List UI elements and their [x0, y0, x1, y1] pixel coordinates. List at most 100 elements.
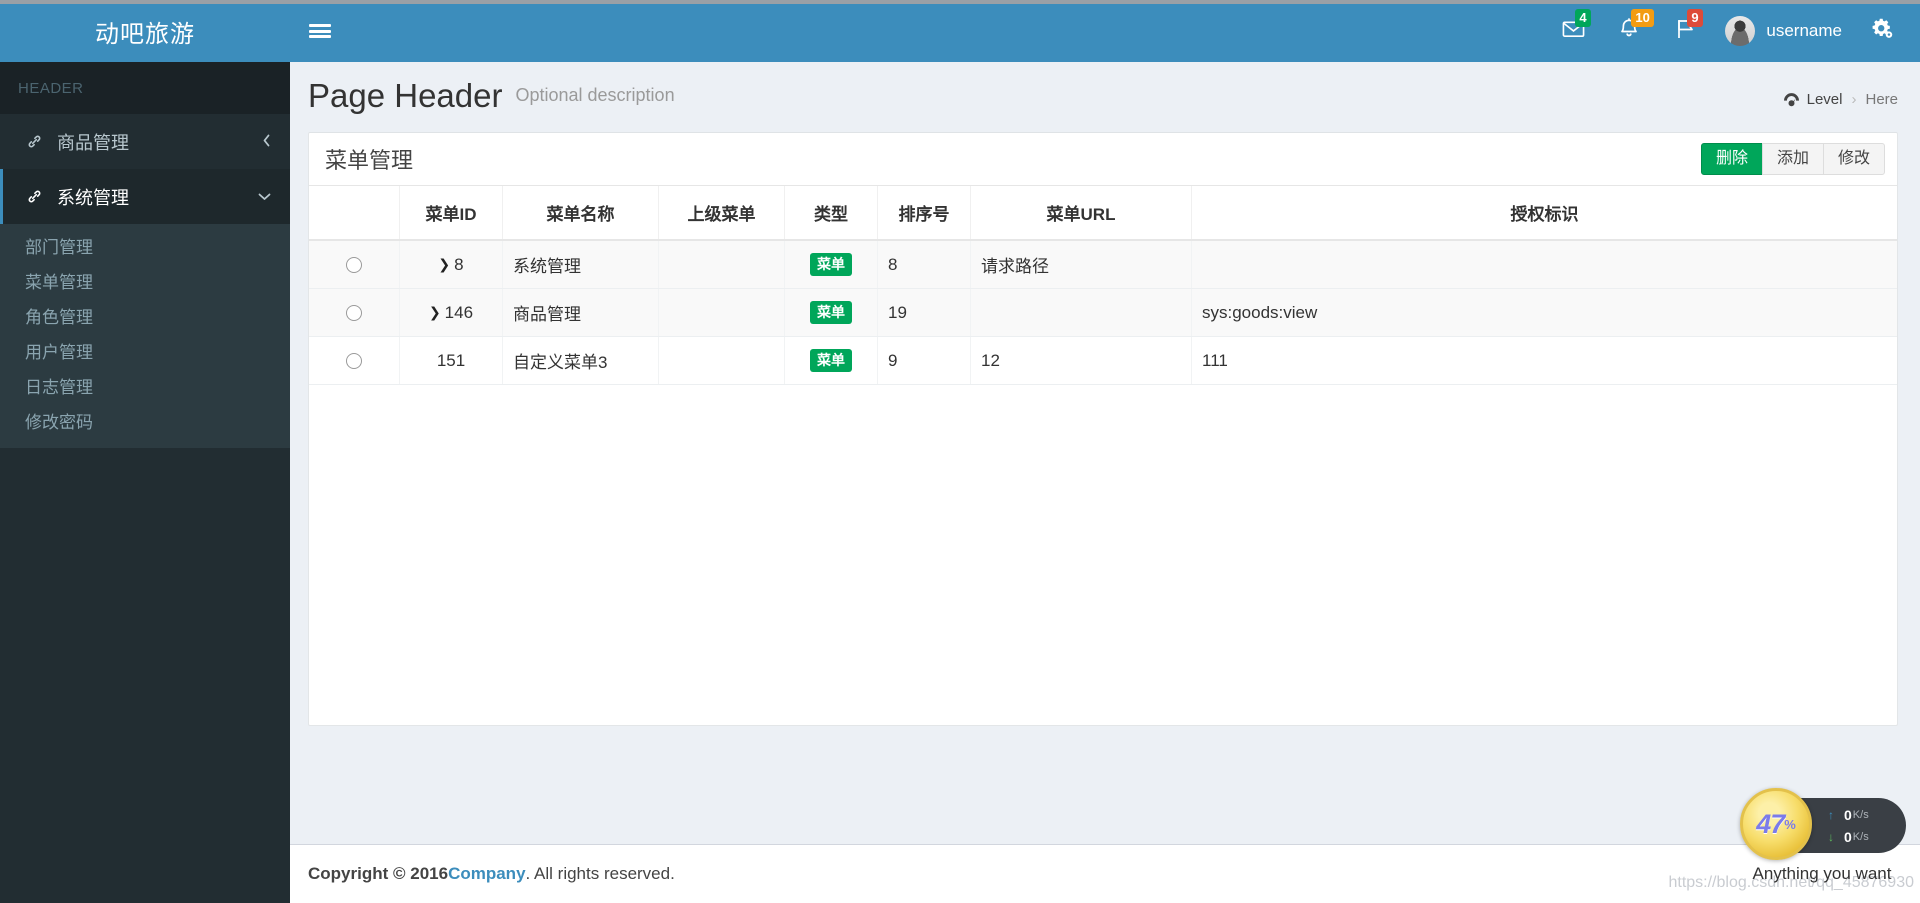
table-row[interactable]: ❯ 146 商品管理 菜单 19 sys:goods:view: [309, 288, 1897, 337]
row-id-cell: ❯ 8: [399, 240, 503, 289]
percent-coin-icon[interactable]: 47%: [1740, 788, 1812, 860]
download-speed-row: ↓ 0 K/s: [1828, 826, 1906, 848]
edit-button[interactable]: 修改: [1822, 143, 1885, 175]
row-radio[interactable]: [346, 353, 362, 370]
row-select-cell: [309, 288, 400, 337]
chevron-left-icon: [261, 133, 272, 150]
sidebar-item-menu[interactable]: 菜单管理: [0, 265, 290, 300]
sidebar-header-label: HEADER: [18, 79, 84, 97]
page-description: Optional description: [515, 84, 675, 105]
sidebar-menu: 商品管理 系统管理 部门管理 菜单管理 角色管理 用户管理 日志管理 修改密码: [0, 114, 290, 448]
row-type-cell: 菜单: [784, 240, 878, 289]
table-row[interactable]: 151 自定义菜单3 菜单 9 12 111: [309, 336, 1897, 385]
row-sort-cell: 8: [877, 240, 971, 289]
delete-button[interactable]: 删除: [1700, 143, 1763, 175]
sidebar-item-log[interactable]: 日志管理: [0, 370, 290, 405]
breadcrumb-current: Here: [1865, 90, 1898, 108]
network-speed-widget[interactable]: ↑ 0 K/s ↓ 0 K/s 47% Anything you want: [1732, 788, 1912, 898]
settings-button[interactable]: [1856, 0, 1906, 62]
row-sort-cell: 9: [877, 336, 971, 385]
hamburger-icon[interactable]: [290, 0, 350, 62]
row-parent-cell: [658, 336, 785, 385]
th-type: 类型: [784, 185, 878, 241]
row-id-cell: ❯ 146: [399, 288, 503, 337]
percent-value: 47: [1756, 808, 1785, 839]
arrow-down-icon: ↓: [1828, 829, 1834, 844]
upload-speed-value: 0: [1844, 806, 1852, 823]
table-head: 菜单ID 菜单名称 上级菜单 类型 排序号 菜单URL 授权标识: [309, 185, 1897, 241]
breadcrumb: Level › Here: [1783, 83, 1898, 108]
row-id-value: 8: [454, 254, 464, 274]
row-name-cell: 商品管理: [502, 288, 659, 337]
top-navbar: 4 10 9 username: [290, 0, 1920, 62]
brand-logo[interactable]: 动吧旅游: [0, 0, 290, 62]
sidebar-item-role[interactable]: 角色管理: [0, 300, 290, 335]
hamburger-bar: [309, 24, 331, 27]
chevron-down-icon: [257, 190, 272, 204]
link-icon: [21, 133, 47, 150]
panel-toolbar: 删除 添加 修改: [1700, 143, 1885, 175]
upload-speed-row: ↑ 0 K/s: [1828, 804, 1906, 826]
footer-copyright-suffix: . All rights reserved.: [525, 864, 675, 883]
chevron-right-icon[interactable]: ❯: [429, 304, 441, 321]
sidebar: 动吧旅游 HEADER 商品管理 系统管理 部门管理 菜单管理 角色管理 用户管…: [0, 0, 290, 903]
breadcrumb-level[interactable]: Level: [1807, 91, 1843, 108]
gears-icon: [1870, 17, 1893, 45]
notifications-badge: 10: [1631, 9, 1654, 27]
row-parent-cell: [658, 288, 785, 337]
table-row[interactable]: ❯ 8 系统管理 菜单 8 请求路径: [309, 240, 1897, 289]
row-type-cell: 菜单: [784, 336, 878, 385]
sidebar-submenu-system: 部门管理 菜单管理 角色管理 用户管理 日志管理 修改密码: [0, 224, 290, 448]
row-perm-cell: [1191, 240, 1897, 289]
row-name-cell: 自定义菜单3: [502, 336, 659, 385]
download-speed-unit: K/s: [1852, 830, 1869, 843]
username-label: username: [1766, 21, 1842, 40]
row-parent-cell: [658, 240, 785, 289]
sidebar-item-system[interactable]: 系统管理: [0, 169, 290, 224]
row-radio[interactable]: [346, 257, 362, 274]
download-speed-value: 0: [1844, 828, 1852, 845]
dashboard-icon: [1783, 92, 1800, 107]
menu-management-panel: 菜单管理 删除 添加 修改 菜单ID 菜单名称 上级菜单 类型 排序号 菜单UR…: [308, 132, 1898, 726]
row-id-value: 146: [444, 302, 474, 322]
sidebar-item-goods[interactable]: 商品管理: [0, 114, 290, 169]
top-scroll-strip: [0, 0, 1920, 4]
row-url-cell: [970, 288, 1192, 337]
row-name-cell: 系统管理: [502, 240, 659, 289]
panel-title: 菜单管理: [325, 148, 414, 173]
row-select-cell: [309, 240, 400, 289]
chevron-right-icon[interactable]: ❯: [438, 256, 450, 273]
row-id-cell: 151: [399, 336, 503, 385]
row-url-cell: 12: [970, 336, 1192, 385]
content-area: Page Header Optional description Level ›…: [290, 62, 1920, 844]
avatar: [1725, 16, 1756, 46]
type-badge: 菜单: [810, 253, 852, 276]
hamburger-bar: [309, 35, 331, 38]
th-permission: 授权标识: [1191, 185, 1897, 241]
sidebar-item-password[interactable]: 修改密码: [0, 405, 290, 440]
table-header-row: 菜单ID 菜单名称 上级菜单 类型 排序号 菜单URL 授权标识: [309, 185, 1897, 241]
breadcrumb-separator: ›: [1851, 90, 1857, 108]
th-menu-id: 菜单ID: [399, 185, 503, 241]
sidebar-item-dept[interactable]: 部门管理: [0, 230, 290, 265]
row-select-cell: [309, 336, 400, 385]
th-parent-menu: 上级菜单: [658, 185, 785, 241]
topbar-actions: 4 10 9 username: [1545, 0, 1920, 62]
messages-badge: 4: [1575, 9, 1591, 27]
add-button[interactable]: 添加: [1761, 143, 1824, 175]
footer-company-link[interactable]: Company: [448, 864, 525, 884]
user-menu[interactable]: username: [1713, 0, 1856, 62]
menu-table: 菜单ID 菜单名称 上级菜单 类型 排序号 菜单URL 授权标识 ❯ 8 系统管…: [309, 185, 1897, 385]
sidebar-item-user[interactable]: 用户管理: [0, 335, 290, 370]
messages-button[interactable]: 4: [1545, 0, 1601, 62]
row-url-cell: 请求路径: [970, 240, 1192, 289]
widget-caption: Anything you want: [1752, 864, 1892, 883]
tasks-badge: 9: [1687, 9, 1703, 27]
hamburger-bar: [309, 29, 331, 33]
footer-copyright-prefix: Copyright © 2016: [308, 864, 449, 883]
row-sort-cell: 19: [877, 288, 971, 337]
tasks-button[interactable]: 9: [1657, 0, 1713, 62]
type-badge: 菜单: [810, 349, 852, 372]
row-radio[interactable]: [346, 305, 362, 322]
notifications-button[interactable]: 10: [1601, 0, 1657, 62]
